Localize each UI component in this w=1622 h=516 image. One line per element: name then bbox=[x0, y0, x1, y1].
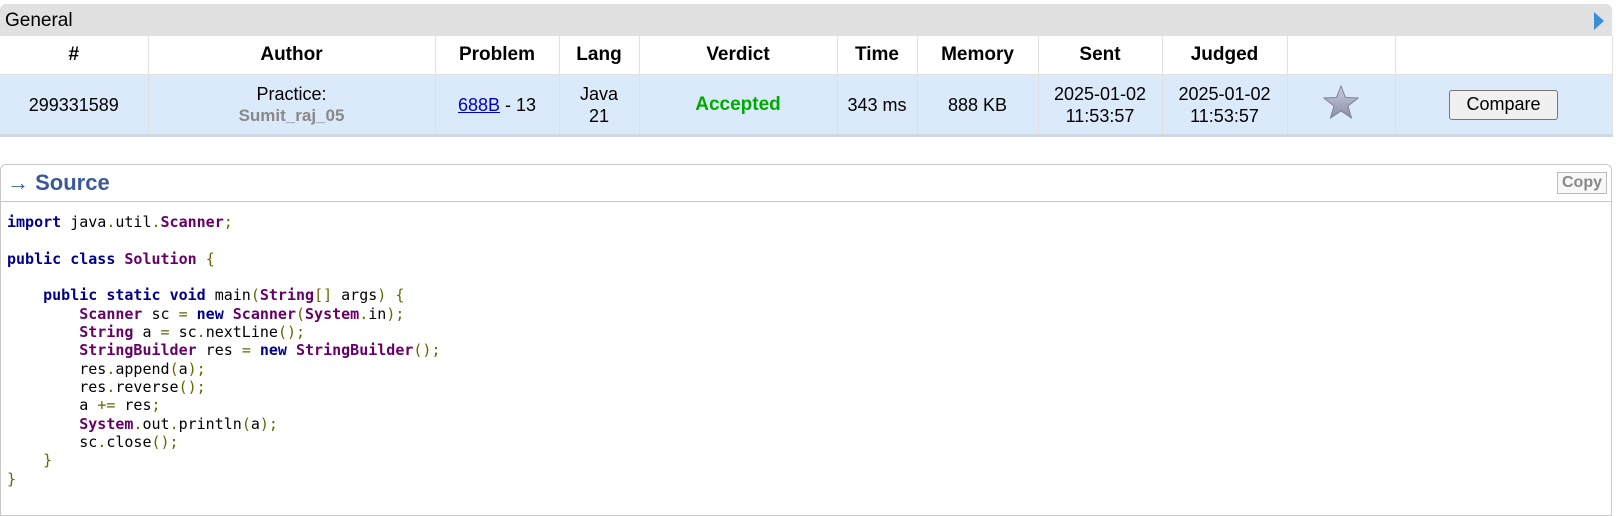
verdict-status: Accepted bbox=[695, 94, 781, 115]
header-id: # bbox=[0, 36, 149, 75]
time-cell: 343 ms bbox=[837, 74, 918, 137]
lang-name: Java bbox=[579, 83, 619, 104]
table-row: 299331589 Practice: Sumit_raj_05 688B - … bbox=[0, 74, 1613, 137]
code-line: public static void main(String[] args) { bbox=[43, 286, 405, 305]
judged-time: 11:53:57 bbox=[1190, 105, 1259, 126]
verdict-cell: Accepted bbox=[639, 74, 838, 137]
general-header: General bbox=[0, 4, 1612, 36]
general-title: General bbox=[5, 10, 73, 31]
favourite-cell bbox=[1287, 74, 1396, 137]
submission-info-panel: General # Author Problem Lang Verdict Ti… bbox=[0, 4, 1613, 137]
table-header-row: # Author Problem Lang Verdict Time Memor… bbox=[0, 36, 1613, 75]
header-favourite bbox=[1287, 36, 1396, 75]
sent-cell: 2025-01-02 11:53:57 bbox=[1038, 74, 1163, 137]
sent-date: 2025-01-02 bbox=[1053, 83, 1147, 104]
header-compare bbox=[1395, 36, 1613, 75]
judged-date: 2025-01-02 bbox=[1178, 83, 1271, 104]
header-author: Author bbox=[148, 36, 436, 75]
code-line: StringBuilder res = new StringBuilder(); bbox=[79, 341, 441, 360]
code-line: String a = sc.nextLine(); bbox=[79, 323, 306, 342]
header-lang: Lang bbox=[559, 36, 640, 75]
header-memory: Memory bbox=[917, 36, 1039, 75]
author-handle-link[interactable]: Sumit_raj_05 bbox=[149, 105, 435, 127]
code-line: res.reverse(); bbox=[7, 378, 206, 397]
submission-id: 299331589 bbox=[0, 74, 149, 137]
judged-cell: 2025-01-02 11:53:57 bbox=[1162, 74, 1288, 137]
lang-cell: Java 21 bbox=[559, 74, 640, 137]
code-line: a += res; bbox=[7, 396, 161, 415]
problem-test-suffix: - 13 bbox=[500, 94, 537, 115]
source-code[interactable]: import java.util.Scanner; public class S… bbox=[7, 213, 441, 488]
problem-cell: 688B - 13 bbox=[435, 74, 560, 137]
problem-link[interactable]: 688B bbox=[458, 95, 500, 115]
expand-arrow-icon[interactable] bbox=[1594, 12, 1604, 30]
code-line: Scanner sc = new Scanner(System.in); bbox=[79, 304, 405, 323]
code-line: } bbox=[43, 451, 53, 470]
submission-table: # Author Problem Lang Verdict Time Memor… bbox=[0, 36, 1613, 137]
sent-time: 11:53:57 bbox=[1065, 105, 1135, 126]
header-time: Time bbox=[837, 36, 918, 75]
code-line: import java.util.Scanner; bbox=[7, 213, 233, 231]
lang-version: 21 bbox=[588, 105, 610, 126]
header-judged: Judged bbox=[1162, 36, 1288, 75]
header-verdict: Verdict bbox=[639, 36, 838, 75]
memory-cell: 888 KB bbox=[917, 74, 1039, 137]
author-practice-label: Practice: bbox=[256, 83, 327, 104]
header-sent: Sent bbox=[1038, 36, 1163, 75]
code-line: } bbox=[7, 469, 17, 488]
star-icon[interactable] bbox=[1322, 84, 1360, 124]
compare-cell: Compare bbox=[1395, 74, 1613, 137]
code-line: sc.close(); bbox=[7, 433, 179, 452]
source-panel: → Source Copy import java.util.Scanner; … bbox=[0, 164, 1612, 516]
code-line: res.append(a); bbox=[7, 359, 206, 378]
code-line: System.out.println(a); bbox=[79, 414, 278, 433]
code-line: public class Solution { bbox=[7, 249, 215, 268]
copy-button[interactable]: Copy bbox=[1557, 172, 1607, 194]
source-header: → Source Copy bbox=[1, 165, 1611, 202]
header-problem: Problem bbox=[435, 36, 560, 75]
compare-button[interactable]: Compare bbox=[1449, 89, 1558, 120]
author-cell: Practice: Sumit_raj_05 bbox=[148, 74, 436, 137]
source-title[interactable]: → Source bbox=[7, 170, 110, 196]
